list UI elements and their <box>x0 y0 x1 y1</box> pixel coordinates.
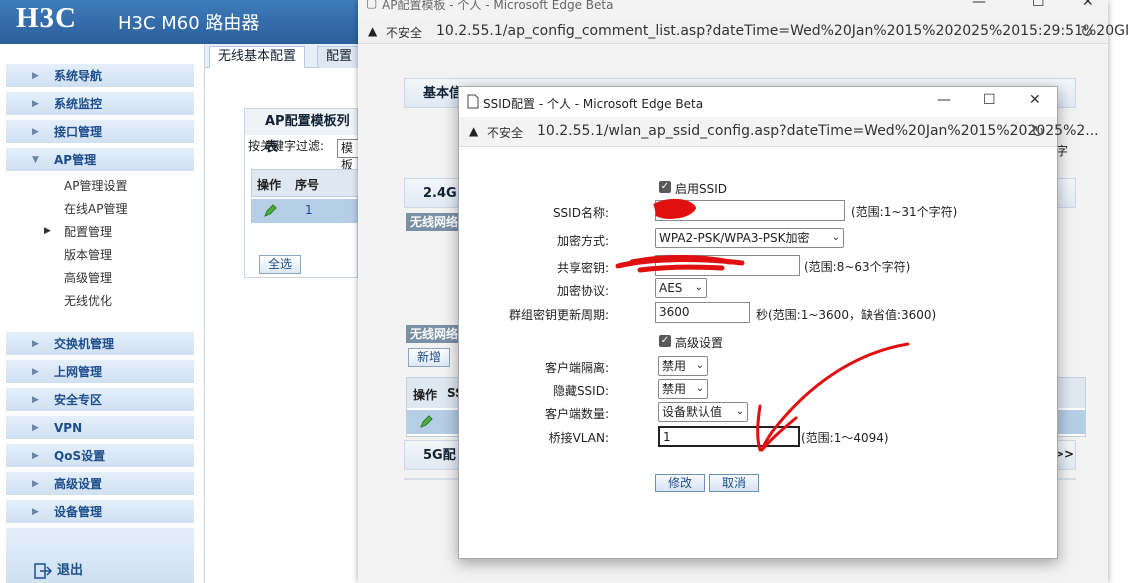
red-arrow-annotation <box>756 342 910 452</box>
annotation-overlay <box>615 199 910 452</box>
redaction-scribble-key <box>615 255 745 273</box>
redaction-scribble-ssid <box>653 199 697 219</box>
